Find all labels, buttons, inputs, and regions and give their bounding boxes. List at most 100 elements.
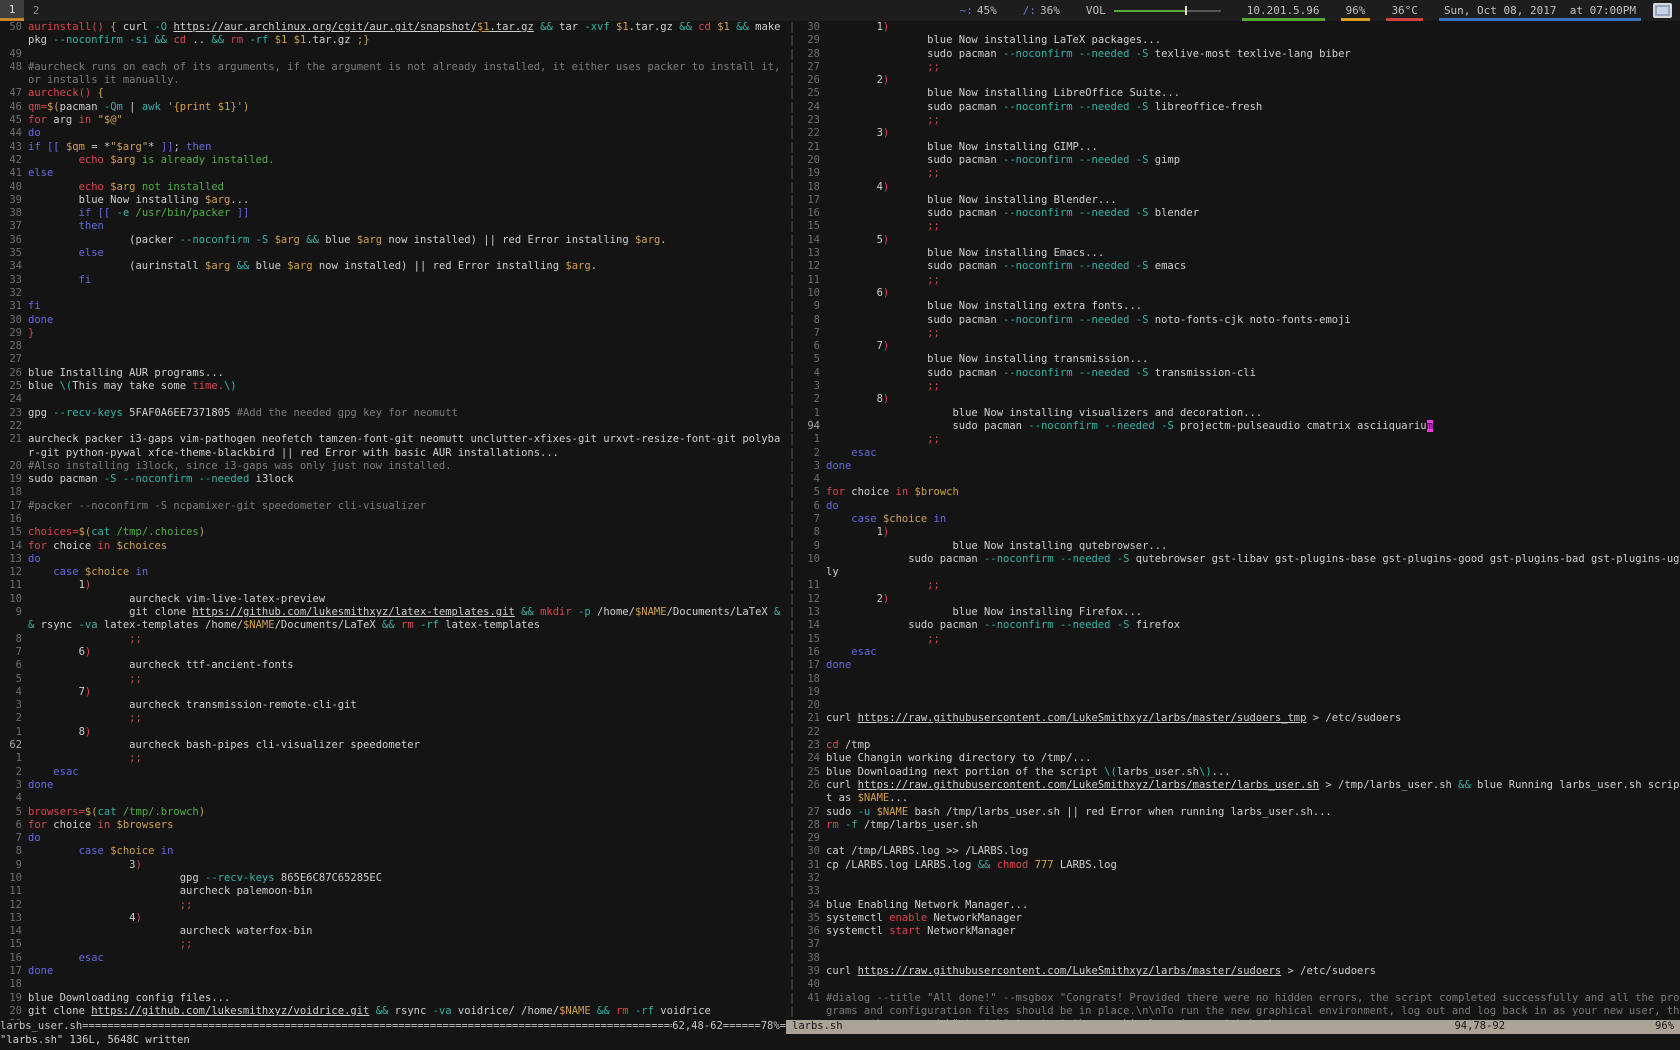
code-line[interactable]: 47aurcheck() { (0, 87, 786, 100)
code-line[interactable]: 26curl https://raw.githubusercontent.com… (798, 779, 1680, 806)
code-line[interactable]: 19sudo pacman -S --noconfirm --needed i3… (0, 473, 786, 486)
code-line[interactable]: 49 (0, 48, 786, 61)
code-line[interactable]: 29 blue Now installing LaTeX packages... (798, 34, 1680, 47)
code-line[interactable]: 10 aurcheck vim-live-latex-preview (0, 593, 786, 606)
code-line[interactable]: 12 case $choice in (0, 566, 786, 579)
code-line[interactable]: 37 (798, 938, 1680, 951)
code-line[interactable]: 30done (0, 314, 786, 327)
code-line[interactable]: 15 ;; (798, 633, 1680, 646)
code-line[interactable]: 8 case $choice in (0, 845, 786, 858)
workspace-button-1[interactable]: 1 (0, 0, 24, 21)
code-line[interactable]: 15choices=$(cat /tmp/.choices) (0, 526, 786, 539)
code-line[interactable]: 31fi (0, 300, 786, 313)
code-line[interactable]: 6 7) (798, 340, 1680, 353)
code-line[interactable]: 10 gpg --recv-keys 865E6C87C65285EC (0, 872, 786, 885)
code-line[interactable]: 11 1) (0, 579, 786, 592)
code-line[interactable]: 3done (798, 460, 1680, 473)
code-line[interactable]: 17 blue Now installing Blender... (798, 194, 1680, 207)
code-line[interactable]: 10 6) (798, 287, 1680, 300)
code-line[interactable]: 34 (aurinstall $arg && blue $arg now ins… (0, 260, 786, 273)
code-line[interactable]: 27sudo -u $NAME bash /tmp/larbs_user.sh … (798, 806, 1680, 819)
code-line[interactable]: 36 (packer --noconfirm -S $arg && blue $… (0, 234, 786, 247)
code-line[interactable]: 19 ;; (798, 167, 1680, 180)
code-line[interactable]: 29} (0, 327, 786, 340)
code-line[interactable]: 3 ;; (798, 380, 1680, 393)
code-line[interactable]: 28rm -f /tmp/larbs_user.sh (798, 819, 1680, 832)
code-line[interactable]: 5 ;; (0, 673, 786, 686)
code-line[interactable]: 18 (0, 486, 786, 499)
code-line[interactable]: 33 (798, 885, 1680, 898)
vim-pane-larbs-user-sh[interactable]: 50aurinstall() { curl -O https://aur.arc… (0, 21, 786, 1020)
code-line[interactable]: 26blue Installing AUR programs... (0, 367, 786, 380)
code-line[interactable]: 22 (0, 420, 786, 433)
code-line[interactable]: 18 (0, 978, 786, 991)
code-line[interactable]: 1 ;; (0, 752, 786, 765)
code-line[interactable]: 2 ;; (0, 712, 786, 725)
code-line[interactable]: 24 sudo pacman --noconfirm --needed -S l… (798, 101, 1680, 114)
code-line[interactable]: 10 sudo pacman --noconfirm --needed -S q… (798, 553, 1680, 580)
code-line[interactable]: 6 aurcheck ttf-ancient-fonts (0, 659, 786, 672)
code-line[interactable]: 18 (798, 673, 1680, 686)
code-line[interactable]: 23gpg --recv-keys 5FAF0A6EE7371805 #Add … (0, 407, 786, 420)
code-line[interactable]: 25 blue Now installing LibreOffice Suite… (798, 87, 1680, 100)
code-line[interactable]: 48#aurcheck runs on each of its argument… (0, 61, 786, 88)
code-line[interactable]: 7 ;; (798, 327, 1680, 340)
code-line[interactable]: 16 esac (798, 646, 1680, 659)
code-line[interactable]: 19blue Downloading config files... (0, 992, 786, 1005)
code-line[interactable]: 31cp /LARBS.log LARBS.log && chmod 777 L… (798, 859, 1680, 872)
code-line[interactable]: 46qm=$(pacman -Qm | awk '{print $1}') (0, 101, 786, 114)
code-line[interactable]: 16 esac (0, 952, 786, 965)
code-line[interactable]: 2 esac (798, 447, 1680, 460)
code-line[interactable]: 27 (0, 353, 786, 366)
code-line[interactable]: 32 (798, 872, 1680, 885)
code-line[interactable]: 7do (0, 832, 786, 845)
code-line[interactable]: 21 blue Now installing GIMP... (798, 141, 1680, 154)
code-line[interactable]: 38 if [[ -e /usr/bin/packer ]] (0, 207, 786, 220)
code-line[interactable]: 50aurinstall() { curl -O https://aur.arc… (0, 21, 786, 48)
code-line[interactable]: 26 2) (798, 74, 1680, 87)
code-line[interactable]: 17done (0, 965, 786, 978)
code-line[interactable]: 4 (798, 473, 1680, 486)
code-line[interactable]: 39 blue Now installing $arg... (0, 194, 786, 207)
code-line[interactable]: 94 sudo pacman --noconfirm --needed -S p… (798, 420, 1680, 433)
code-line[interactable]: 37 then (0, 220, 786, 233)
code-line[interactable]: 35systemctl enable NetworkManager (798, 912, 1680, 925)
code-line[interactable]: 1 ;; (798, 433, 1680, 446)
code-line[interactable]: 17done (798, 659, 1680, 672)
code-line[interactable]: 14 5) (798, 234, 1680, 247)
code-line[interactable]: 7 case $choice in (798, 513, 1680, 526)
code-line[interactable]: 44do (0, 127, 786, 140)
code-line[interactable]: 11 aurcheck palemoon-bin (0, 885, 786, 898)
code-line[interactable]: 22 3) (798, 127, 1680, 140)
code-line[interactable]: 5 blue Now installing transmission... (798, 353, 1680, 366)
code-line[interactable]: 41else (0, 167, 786, 180)
code-line[interactable]: 8 ;; (0, 633, 786, 646)
code-line[interactable]: 22 (798, 726, 1680, 739)
code-line[interactable]: 24blue Changin working directory to /tmp… (798, 752, 1680, 765)
code-line[interactable]: 12 2) (798, 593, 1680, 606)
code-line[interactable]: 45for arg in "$@" (0, 114, 786, 127)
code-line[interactable]: 16 (0, 513, 786, 526)
volume-module[interactable]: VOL (1086, 0, 1221, 21)
code-line[interactable]: 16 sudo pacman --noconfirm --needed -S b… (798, 207, 1680, 220)
code-line[interactable]: 25blue Downloading next portion of the s… (798, 766, 1680, 779)
code-line[interactable]: 20#Also installing i3lock, since i3-gaps… (0, 460, 786, 473)
code-line[interactable]: 8 sudo pacman --noconfirm --needed -S no… (798, 314, 1680, 327)
code-line[interactable]: 13 blue Now installing Firefox... (798, 606, 1680, 619)
code-line[interactable]: 23 ;; (798, 114, 1680, 127)
code-line[interactable]: 12 ;; (0, 899, 786, 912)
code-line[interactable]: 13do (0, 553, 786, 566)
code-line[interactable]: 19 (798, 686, 1680, 699)
code-line[interactable]: 30cat /tmp/LARBS.log >> /LARBS.log (798, 845, 1680, 858)
code-line[interactable]: 1 8) (0, 726, 786, 739)
code-line[interactable]: 5browsers=$(cat /tmp/.browch) (0, 806, 786, 819)
code-line[interactable]: 9 blue Now installing qutebrowser... (798, 540, 1680, 553)
code-line[interactable]: 2 esac (0, 766, 786, 779)
code-line[interactable]: 2 8) (798, 393, 1680, 406)
code-line[interactable]: 43if [[ $qm = *"$arg"* ]]; then (0, 141, 786, 154)
code-line[interactable]: 9 git clone https://github.com/lukesmith… (0, 606, 786, 633)
code-line[interactable]: 4 7) (0, 686, 786, 699)
code-line[interactable]: 62 aurcheck bash-pipes cli-visualizer sp… (0, 739, 786, 752)
code-line[interactable]: 34blue Enabling Network Manager... (798, 899, 1680, 912)
code-line[interactable]: 6for choice in $browsers (0, 819, 786, 832)
